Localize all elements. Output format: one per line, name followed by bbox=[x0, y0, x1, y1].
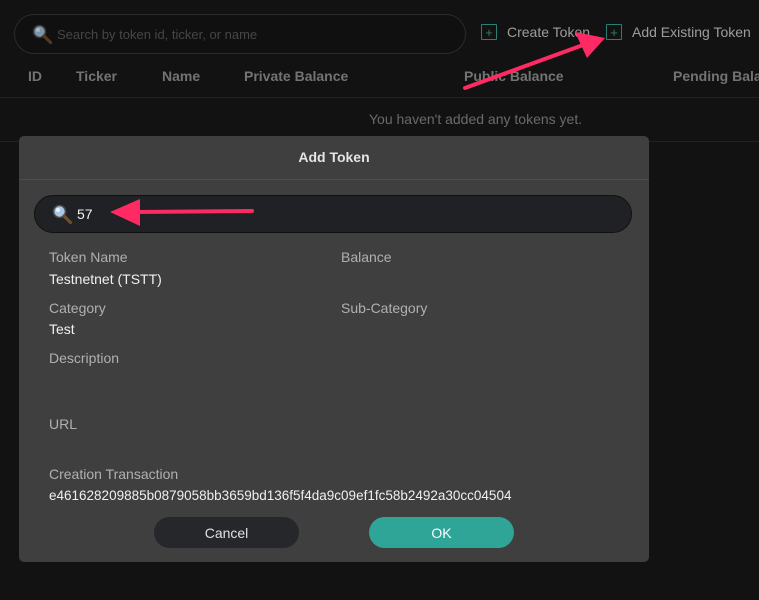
empty-message: You haven't added any tokens yet. bbox=[369, 111, 583, 127]
column-header-public-balance[interactable]: Public Balance bbox=[464, 68, 564, 84]
description-label: Description bbox=[49, 350, 120, 366]
creation-transaction-label: Creation Transaction bbox=[49, 466, 179, 482]
search-icon bbox=[32, 24, 53, 45]
token-search-bar[interactable] bbox=[14, 14, 466, 54]
search-icon bbox=[52, 204, 73, 225]
category-label: Category bbox=[49, 300, 106, 316]
column-header-name[interactable]: Name bbox=[162, 68, 200, 84]
category-value: Test bbox=[49, 321, 75, 337]
balance-label: Balance bbox=[341, 249, 392, 265]
plus-icon: + bbox=[606, 24, 622, 40]
add-existing-token-label: Add Existing Token bbox=[632, 24, 751, 40]
token-name-label: Token Name bbox=[49, 249, 128, 265]
add-token-dialog: Add Token Token Name Testnetnet (TSTT) B… bbox=[19, 136, 649, 562]
subcategory-label: Sub-Category bbox=[341, 300, 428, 316]
token-search-input[interactable] bbox=[57, 26, 437, 42]
column-header-id[interactable]: ID bbox=[28, 68, 42, 84]
cancel-button[interactable]: Cancel bbox=[154, 517, 299, 548]
column-header-private-balance[interactable]: Private Balance bbox=[244, 68, 348, 84]
dialog-title: Add Token bbox=[19, 136, 649, 180]
token-id-input[interactable] bbox=[77, 206, 577, 222]
create-token-label: Create Token bbox=[507, 24, 591, 40]
token-id-search-bar[interactable] bbox=[34, 195, 632, 233]
ok-button[interactable]: OK bbox=[369, 517, 514, 548]
plus-icon: + bbox=[481, 24, 497, 40]
creation-transaction-value: e461628209885b0879058bb3659bd136f5f4da9c… bbox=[49, 488, 512, 503]
column-header-ticker[interactable]: Ticker bbox=[76, 68, 117, 84]
url-label: URL bbox=[49, 416, 78, 432]
create-token-button[interactable]: + Create Token bbox=[481, 24, 590, 40]
column-header-pending-balance[interactable]: Pending Bala bbox=[673, 68, 759, 84]
token-name-value: Testnetnet (TSTT) bbox=[49, 271, 162, 287]
add-existing-token-button[interactable]: + Add Existing Token bbox=[606, 24, 751, 40]
token-table-header: ID Ticker Name Private Balance Public Ba… bbox=[0, 58, 759, 98]
